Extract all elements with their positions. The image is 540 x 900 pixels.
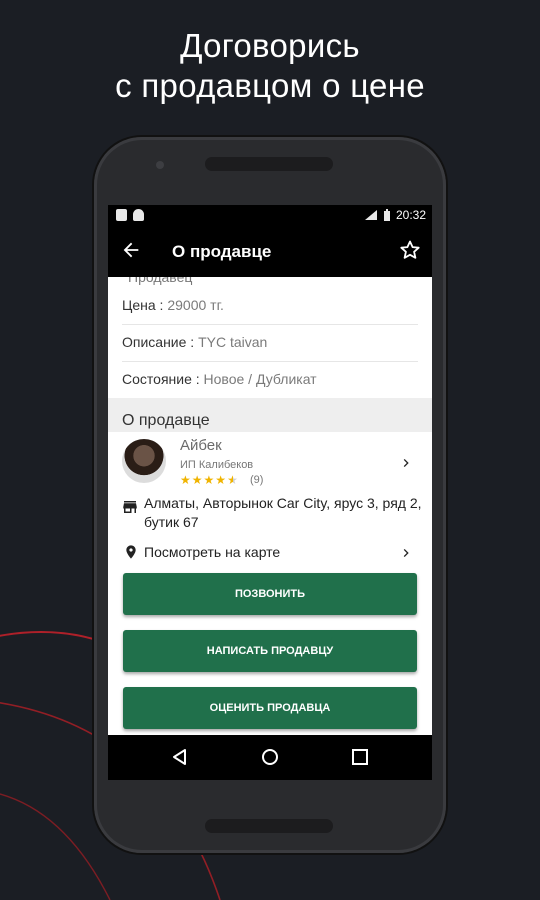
cut-off-heading: Продавец <box>128 277 193 285</box>
phone-camera <box>156 161 164 169</box>
signal-icon <box>364 210 377 220</box>
sd-card-icon <box>116 209 127 221</box>
promo-line-1: Договорись <box>180 27 360 64</box>
price-value: 29000 тг. <box>167 297 224 313</box>
rating-star: ★ <box>191 473 204 487</box>
arrow-left-icon[interactable] <box>120 239 142 261</box>
promo-heading: Договорись с продавцом о цене <box>0 26 540 106</box>
avatar <box>122 439 166 483</box>
status-bar: 20:32 <box>108 205 432 225</box>
description-label: Описание : <box>122 334 199 350</box>
page-title: О продавце <box>172 242 272 261</box>
seller-details-content[interactable]: Продавец Цена : 29000 тг. Описание : TYC… <box>108 277 432 735</box>
promo-line-2: с продавцом о цене <box>115 67 425 104</box>
call-button[interactable]: ПОЗВОНИТЬ <box>123 573 417 615</box>
message-seller-button[interactable]: НАПИСАТЬ ПРОДАВЦУ <box>123 630 417 672</box>
nav-back-icon[interactable] <box>170 747 190 767</box>
price-row: Цена : 29000 тг. <box>122 287 418 325</box>
map-link-label: Посмотреть на карте <box>144 544 281 560</box>
star-outline-icon[interactable] <box>398 238 422 262</box>
chevron-right-icon <box>403 549 409 557</box>
price-label: Цена : <box>122 297 168 313</box>
chevron-right-icon <box>403 459 409 467</box>
store-icon <box>123 501 137 513</box>
android-icon <box>133 209 144 221</box>
battery-icon <box>383 208 390 221</box>
description-value: TYC taivan <box>198 334 268 350</box>
status-time: 20:32 <box>395 208 426 222</box>
address-row: Алматы, Авторынок Car City, ярус 3, ряд … <box>108 490 432 534</box>
rating-star: ★ <box>227 473 239 487</box>
seller-section-heading: О продавце <box>108 398 432 432</box>
seller-company: ИП Калибеков <box>180 459 254 471</box>
description-row: Описание : TYC taivan <box>122 324 418 362</box>
seller-name: Айбек <box>180 437 222 454</box>
app-bar: О продавце <box>108 225 432 277</box>
seller-profile-row[interactable]: Айбек ИП Калибеков ★★★★★ (9) <box>108 435 432 491</box>
nav-home-icon[interactable] <box>260 747 280 767</box>
rating-stars: ★★★★★ <box>180 473 239 487</box>
phone-screen: 20:32 О продавце Продавец Цена : 29000 т… <box>108 205 432 780</box>
seller-address: Алматы, Авторынок Car City, ярус 3, ряд … <box>144 495 422 530</box>
phone-bottom-speaker <box>205 819 333 833</box>
condition-row: Состояние : Новое / Дубликат <box>122 361 418 398</box>
rating-star: ★ <box>215 473 228 487</box>
rate-seller-button[interactable]: ОЦЕНИТЬ ПРОДАВЦА <box>123 687 417 729</box>
condition-value: Новое / Дубликат <box>203 371 317 387</box>
map-pin-icon <box>126 545 136 559</box>
rating-star: ★ <box>180 473 192 487</box>
condition-label: Состояние : <box>122 371 204 387</box>
android-navigation-bar <box>108 735 432 780</box>
rating-star: ★ <box>203 473 216 487</box>
view-on-map-link[interactable]: Посмотреть на карте <box>108 541 432 565</box>
review-count: (9) <box>250 474 264 486</box>
phone-top-speaker <box>205 157 333 171</box>
nav-recents-icon[interactable] <box>350 747 370 767</box>
